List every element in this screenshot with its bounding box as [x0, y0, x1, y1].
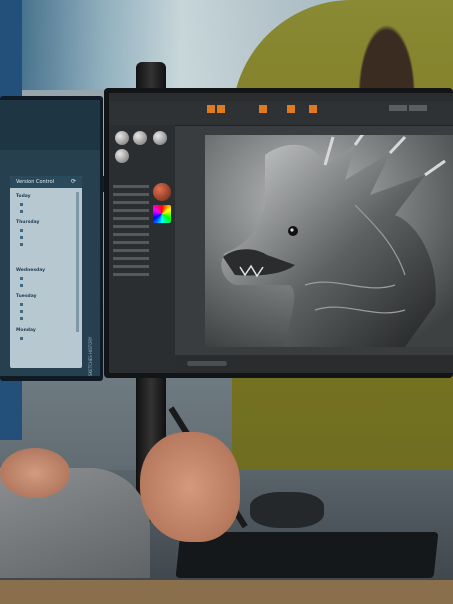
toolbar-toggle-scale[interactable] [287, 105, 295, 113]
list-item[interactable] [20, 235, 25, 239]
list-item[interactable] [20, 202, 25, 206]
list-item[interactable] [20, 309, 25, 313]
mouse [250, 492, 324, 528]
toolbar-toggle-move[interactable] [259, 105, 267, 113]
brush-standard-icon[interactable] [115, 131, 129, 145]
side-tab-label[interactable]: SKETCHES HISTORY [88, 296, 96, 376]
desk-edge [0, 580, 453, 604]
day-heading: Today [16, 194, 31, 199]
palette-menu-item[interactable] [113, 233, 149, 236]
list-item[interactable] [20, 209, 25, 213]
drawing-tablet [175, 532, 439, 578]
palette-menu-item[interactable] [113, 249, 149, 252]
window-header [0, 100, 100, 150]
panel-scrollbar[interactable] [76, 192, 79, 332]
statusbar-slider[interactable] [187, 361, 227, 366]
day-heading: Wednesday [16, 268, 46, 273]
app-menubar[interactable] [109, 93, 453, 101]
app-statusbar [175, 355, 453, 373]
material-swatch-icon[interactable] [153, 183, 171, 201]
list-item[interactable] [20, 316, 25, 320]
palette-menu-item[interactable] [113, 273, 149, 276]
app-toolbar[interactable] [109, 101, 453, 126]
toolbar-slider-a[interactable] [389, 105, 407, 111]
palette-menu-item[interactable] [113, 225, 149, 228]
palette-menu-item[interactable] [113, 201, 149, 204]
person-right-hand [140, 432, 240, 542]
palette-menu-item[interactable] [113, 193, 149, 196]
toolbar-toggle-rotate[interactable] [309, 105, 317, 113]
day-heading: Monday [16, 328, 36, 333]
palette-menu-item[interactable] [113, 209, 149, 212]
version-control-panel: Version Control ⟳ Today Thursday Wednesd… [10, 176, 82, 368]
refresh-icon[interactable]: ⟳ [71, 178, 78, 185]
list-item[interactable] [20, 242, 25, 246]
brush-smooth-icon[interactable] [153, 131, 167, 145]
day-heading: Thursday [16, 220, 40, 225]
toolbar-toggle-draw[interactable] [217, 105, 225, 113]
brush-move-icon[interactable] [133, 131, 147, 145]
palette-menu-item[interactable] [113, 265, 149, 268]
palette-menu-item[interactable] [113, 217, 149, 220]
brush-palette [109, 125, 175, 373]
list-item[interactable] [20, 283, 25, 287]
dragon-illustration [205, 135, 453, 347]
day-heading: Tuesday [16, 294, 37, 299]
list-item[interactable] [20, 302, 25, 306]
person-left-hand [0, 448, 70, 498]
list-item[interactable] [20, 276, 25, 280]
version-control-window: Version Control ⟳ Today Thursday Wednesd… [0, 100, 100, 376]
list-item[interactable] [20, 336, 25, 340]
list-item[interactable] [20, 228, 25, 232]
toolbar-toggle-edit[interactable] [207, 105, 215, 113]
palette-menu-item[interactable] [113, 185, 149, 188]
palette-menu-item[interactable] [113, 241, 149, 244]
color-picker[interactable] [153, 205, 171, 223]
brush-clay-icon[interactable] [115, 149, 129, 163]
toolbar-slider-b[interactable] [409, 105, 427, 111]
palette-menu-item[interactable] [113, 257, 149, 260]
sculpt-canvas[interactable] [205, 135, 453, 347]
sculpting-app-window [109, 93, 453, 373]
